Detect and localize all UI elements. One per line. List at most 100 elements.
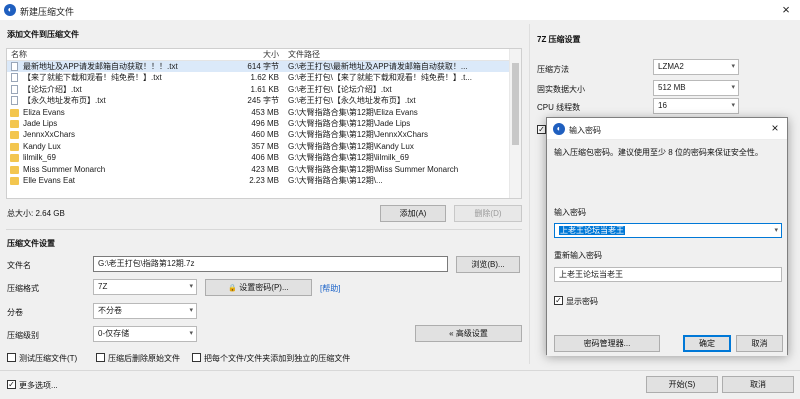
format-select[interactable]: 7Z ▾ [93, 279, 197, 295]
test-archive-checkbox[interactable] [7, 353, 16, 362]
vertical-divider [529, 24, 530, 364]
file-row[interactable]: Elle Evans Eat 2.23 MB G:\大臀指路合集\第12期\... [7, 175, 521, 186]
enter-password-value: 上老王论坛当老王 [559, 226, 625, 235]
column-path[interactable]: 文件路径 [288, 49, 503, 61]
dialog-title: 输入密码 [569, 126, 601, 135]
file-row[interactable]: Eliza Evans 453 MB G:\大臀指路合集\第12期\Eliza Ev… [7, 107, 521, 118]
chevron-down-icon: ▾ [189, 307, 193, 314]
solid-label: 固实数据大小 [537, 85, 585, 94]
file-path: G:\老王打包\【论坛介绍】.txt [288, 84, 392, 94]
delete-source-label[interactable]: 压缩后删除原始文件 [108, 353, 180, 364]
each-separate-checkbox[interactable] [192, 353, 201, 362]
level-value: 0-仅存储 [98, 329, 130, 338]
chevron-down-icon: ▾ [731, 63, 735, 70]
file-size: 357 MB [251, 141, 279, 151]
split-label: 分卷 [7, 308, 23, 317]
app-icon: ◐ [4, 4, 16, 16]
file-size: 2.23 MB [249, 175, 279, 185]
column-name[interactable]: 名称 [11, 49, 231, 61]
more-options-label[interactable]: 更多选项... [19, 380, 58, 391]
file-row[interactable]: Miss Summer Monarch 423 MB G:\大臀指路合集\第12期\… [7, 164, 521, 175]
z7-section-title: 7Z 压缩设置 [537, 35, 581, 44]
total-size: 总大小: 2.64 GB [7, 209, 65, 218]
show-password-label[interactable]: 显示密码 [566, 296, 598, 307]
browse-button[interactable]: 浏览(B)... [456, 256, 520, 273]
file-row[interactable]: Jade Lips 496 MB G:\大臀指路合集\第12期\Jade Lips [7, 118, 521, 129]
text-file-icon [11, 62, 18, 71]
chevron-down-icon: ▾ [774, 227, 778, 234]
level-select[interactable]: 0-仅存储 ▾ [93, 326, 197, 342]
file-row[interactable]: Kandy Lux 357 MB G:\大臀指路合集\第12期\Kandy Lux [7, 141, 521, 152]
file-path: G:\大臀指路合集\第12期\lilmilk_69 [288, 153, 409, 163]
column-size[interactable]: 大小 [207, 49, 279, 61]
file-size: 496 MB [251, 118, 279, 128]
scrollbar-thumb[interactable] [512, 63, 519, 145]
password-manager-button[interactable]: 密码管理器... [554, 335, 660, 352]
dialog-ok-button[interactable]: 确定 [683, 335, 731, 352]
file-path: G:\老王打包\【永久地址发布页】.txt [288, 96, 416, 106]
dialog-close-icon[interactable]: × [767, 121, 783, 136]
dialog-app-icon: ◐ [553, 123, 565, 135]
start-button[interactable]: 开始(S) [646, 376, 718, 393]
text-file-icon [11, 96, 18, 106]
file-size: 1.62 KB [250, 73, 279, 83]
file-path: G:\大臀指路合集\第12期\Jade Lips [288, 118, 411, 128]
file-row[interactable]: 【来了就能下载和观看！纯免费！】.txt 1.62 KB G:\老王打包\【来了就能… [7, 72, 521, 83]
bottom-divider [0, 370, 800, 371]
file-size: 245 字节 [247, 96, 279, 106]
add-button[interactable]: 添加(A) [380, 205, 446, 222]
file-path: G:\大臀指路合集\第12期\... [288, 175, 383, 185]
level-label: 压缩级别 [7, 331, 39, 340]
each-separate-label[interactable]: 把每个文件/文件夹添加到独立的压缩文件 [204, 353, 350, 364]
format-label: 压缩格式 [7, 284, 39, 293]
help-link[interactable]: [帮助] [320, 283, 340, 294]
file-row[interactable]: JennxXxChars 460 MB G:\大臀指路合集\第12期\JennxXx… [7, 129, 521, 140]
filename-label: 文件名 [7, 261, 31, 270]
file-list-scrollbar[interactable] [509, 49, 521, 198]
dialog-cancel-button[interactable]: 取消 [736, 335, 783, 352]
file-row[interactable]: 【论坛介绍】.txt 1.61 KB G:\老王打包\【论坛介绍】.txt [7, 84, 521, 95]
folder-icon [10, 119, 19, 128]
more-options-checkbox[interactable]: ✓ [7, 380, 16, 389]
set-password-label: 设置密码(P)... [239, 283, 289, 292]
dialog-instruction: 输入压缩包密码。建议使用至少 8 位的密码来保证安全性。 [554, 148, 763, 157]
method-label: 压缩方法 [537, 65, 569, 74]
advanced-button[interactable]: « 高级设置 [415, 325, 522, 342]
solid-value: 512 MB [658, 83, 686, 92]
folder-icon [10, 131, 19, 140]
close-window-icon[interactable]: × [776, 2, 796, 18]
files-section-title: 添加文件到压缩文件 [7, 30, 79, 39]
file-list[interactable]: 名称 大小 文件路径 最新地址及APP请发邮箱自动获取！！！.txt 614 字节… [6, 48, 522, 199]
dialog-title-bar: ◐ 输入密码 × [547, 118, 787, 140]
split-select[interactable]: 不分卷 ▾ [93, 303, 197, 319]
test-archive-label[interactable]: 测试压缩文件(T) [19, 353, 77, 364]
dialog-body: 输入压缩包密码。建议使用至少 8 位的密码来保证安全性。 输入密码 上老王论坛当… [547, 140, 787, 356]
show-password-checkbox[interactable]: ✓ [554, 296, 563, 305]
reenter-password-label: 重新输入密码 [554, 251, 602, 260]
set-password-button[interactable]: 🔒 设置密码(P)... [205, 279, 312, 296]
split-value: 不分卷 [98, 306, 122, 315]
file-row[interactable]: lilmilk_69 406 MB G:\大臀指路合集\第12期\lilmilk_6… [7, 152, 521, 163]
file-size: 460 MB [251, 130, 279, 140]
enter-password-input[interactable]: 上老王论坛当老王 ▾ [554, 223, 782, 238]
delete-source-checkbox[interactable] [96, 353, 105, 362]
z7-option-checkbox[interactable]: ✓ [537, 125, 546, 134]
reenter-password-input[interactable]: 上老王论坛当老王 [554, 267, 782, 282]
method-value: LZMA2 [658, 62, 684, 71]
file-row[interactable]: 【永久地址发布页】.txt 245 字节 G:\老王打包\【永久地址发布页】.txt [7, 95, 521, 106]
threads-select[interactable]: 16 ▾ [653, 98, 739, 114]
file-row[interactable]: 最新地址及APP请发邮箱自动获取！！！.txt 614 字节 G:\老王打包\最新地… [7, 61, 521, 73]
file-list-header: 名称 大小 文件路径 [7, 49, 521, 61]
method-select[interactable]: LZMA2 ▾ [653, 59, 739, 75]
threads-value: 16 [658, 101, 667, 110]
format-value: 7Z [98, 282, 108, 291]
cancel-button[interactable]: 取消 [722, 376, 794, 393]
file-path: G:\大臀指路合集\第12期\JennxXxChars [288, 130, 429, 140]
delete-button[interactable]: 删除(D) [454, 205, 522, 222]
solid-select[interactable]: 512 MB ▾ [653, 80, 739, 96]
file-list-rows: 最新地址及APP请发邮箱自动获取！！！.txt 614 字节 G:\老王打包\最新地… [7, 61, 521, 186]
filename-input[interactable]: G:\老王打包\指路第12期.7z [93, 256, 448, 272]
threads-label: CPU 线程数 [537, 103, 581, 112]
folder-icon [10, 165, 19, 174]
folder-icon [10, 108, 19, 117]
